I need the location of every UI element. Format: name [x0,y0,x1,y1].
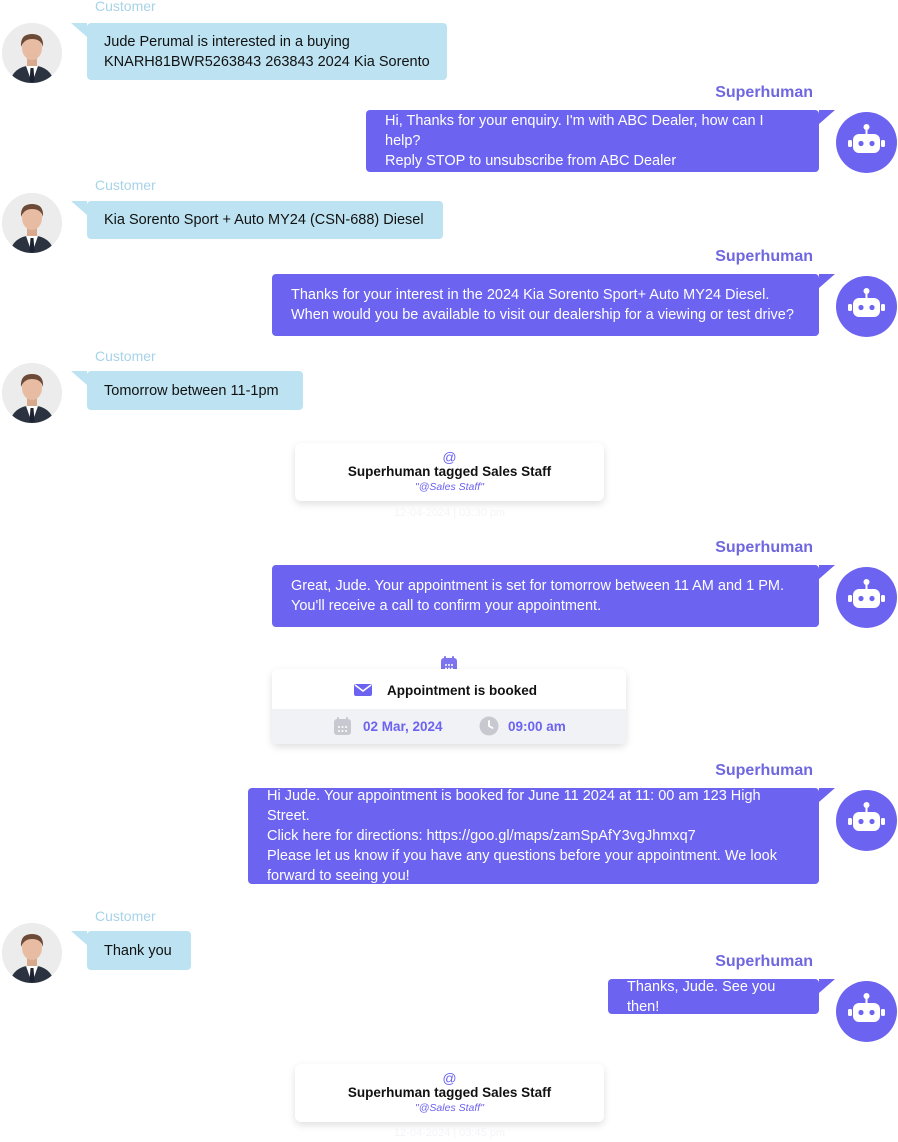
tag-event-mention: "@Sales Staff" [415,1102,484,1114]
message-bubble-customer: Jude Perumal is interested in a buying K… [71,23,447,80]
sender-label-customer: Customer [95,908,156,924]
message-bubble-superhuman: Hi, Thanks for your enquiry. I'm with AB… [366,110,835,172]
sender-label-customer: Customer [95,348,156,364]
message-bubble-superhuman: Hi Jude. Your appointment is booked for … [248,788,835,884]
tag-event-title: Superhuman tagged Sales Staff [347,464,552,479]
appointment-title: Appointment is booked [387,683,537,698]
bot-avatar [836,567,897,628]
message-line: Hi Jude. Your appointment is booked for … [267,788,761,824]
appointment-card: Appointment is booked 02 Mar, 2024 09:00… [272,669,626,744]
message-line: KNARH81BWR5263843 263843 2024 Kia Sorent… [104,53,430,70]
message-line: Thanks, Jude. See you then! [627,978,776,1015]
tag-event-card: @ Superhuman tagged Sales Staff "@Sales … [295,443,604,501]
message-line: Hi, Thanks for your enquiry. I'm with AB… [385,113,764,149]
bot-avatar [836,276,897,337]
appointment-card-header: Appointment is booked [272,669,626,709]
message-line: You'll receive a call to confirm your ap… [291,598,602,614]
tag-event-timestamp: 12-04-2024 | 03:45 pm [393,1127,506,1139]
customer-avatar [2,193,62,253]
tag-event-card: @ Superhuman tagged Sales Staff "@Sales … [295,1064,604,1122]
sender-label-customer: Customer [95,177,156,193]
person-photo-icon [2,923,62,983]
customer-avatar [2,363,62,423]
message-line: Jude Perumal is interested in a buying [104,33,350,50]
directions-link[interactable]: Click here for directions: https://goo.g… [267,826,800,846]
message-line: When would you be available to visit our… [291,307,794,323]
bot-avatar [836,981,897,1042]
robot-icon [848,579,885,608]
message-bubble-customer: Thank you [71,931,191,970]
message-line: Thanks for your interest in the 2024 Kia… [291,287,770,303]
clock-icon [479,716,499,736]
message-bubble-customer: Kia Sorento Sport + Auto MY24 (CSN-688) … [71,201,443,239]
person-photo-icon [2,363,62,423]
appointment-details: 02 Mar, 2024 09:00 am [272,709,626,744]
at-icon: @ [442,449,457,465]
tag-event-title: Superhuman tagged Sales Staff [347,1085,552,1100]
message-bubble-superhuman: Great, Jude. Your appointment is set for… [272,565,835,627]
calendar-icon [333,716,352,736]
robot-icon [848,288,885,317]
customer-avatar [2,923,62,983]
sender-label-superhuman: Superhuman [715,248,813,265]
person-photo-icon [2,193,62,253]
appointment-date: 02 Mar, 2024 [363,719,443,734]
message-line: forward to seeing you! [267,868,410,884]
robot-icon [848,993,885,1022]
robot-icon [848,124,885,153]
bot-avatar [836,112,897,173]
customer-avatar [2,23,62,83]
message-line: Please let us know if you have any quest… [267,848,777,864]
message-bubble-customer: Tomorrow between 11-1pm [71,371,303,410]
message-bubble-superhuman: Thanks, Jude. See you then! [608,978,835,1015]
sender-label-superhuman: Superhuman [715,539,813,556]
message-line: Great, Jude. Your appointment is set for… [291,578,784,594]
bot-avatar [836,790,897,851]
envelope-icon [354,683,372,697]
at-icon: @ [442,1070,457,1086]
tag-event-mention: "@Sales Staff" [415,481,484,493]
sender-label-customer: Customer [95,0,156,14]
person-photo-icon [2,23,62,83]
sender-label-superhuman: Superhuman [715,953,813,970]
message-bubble-superhuman: Thanks for your interest in the 2024 Kia… [272,274,835,336]
message-line: Tomorrow between 11-1pm [104,382,279,399]
sender-label-superhuman: Superhuman [715,762,813,779]
message-line: Thank you [104,942,172,959]
message-line: Reply STOP to unsubscribe from ABC Deale… [385,153,677,169]
appointment-time: 09:00 am [508,719,566,734]
sender-label-superhuman: Superhuman [715,84,813,101]
message-line: Kia Sorento Sport + Auto MY24 (CSN-688) … [104,212,424,228]
tag-event-timestamp: 12-04-2024 | 03:30 pm [393,507,506,519]
robot-icon [848,802,885,831]
